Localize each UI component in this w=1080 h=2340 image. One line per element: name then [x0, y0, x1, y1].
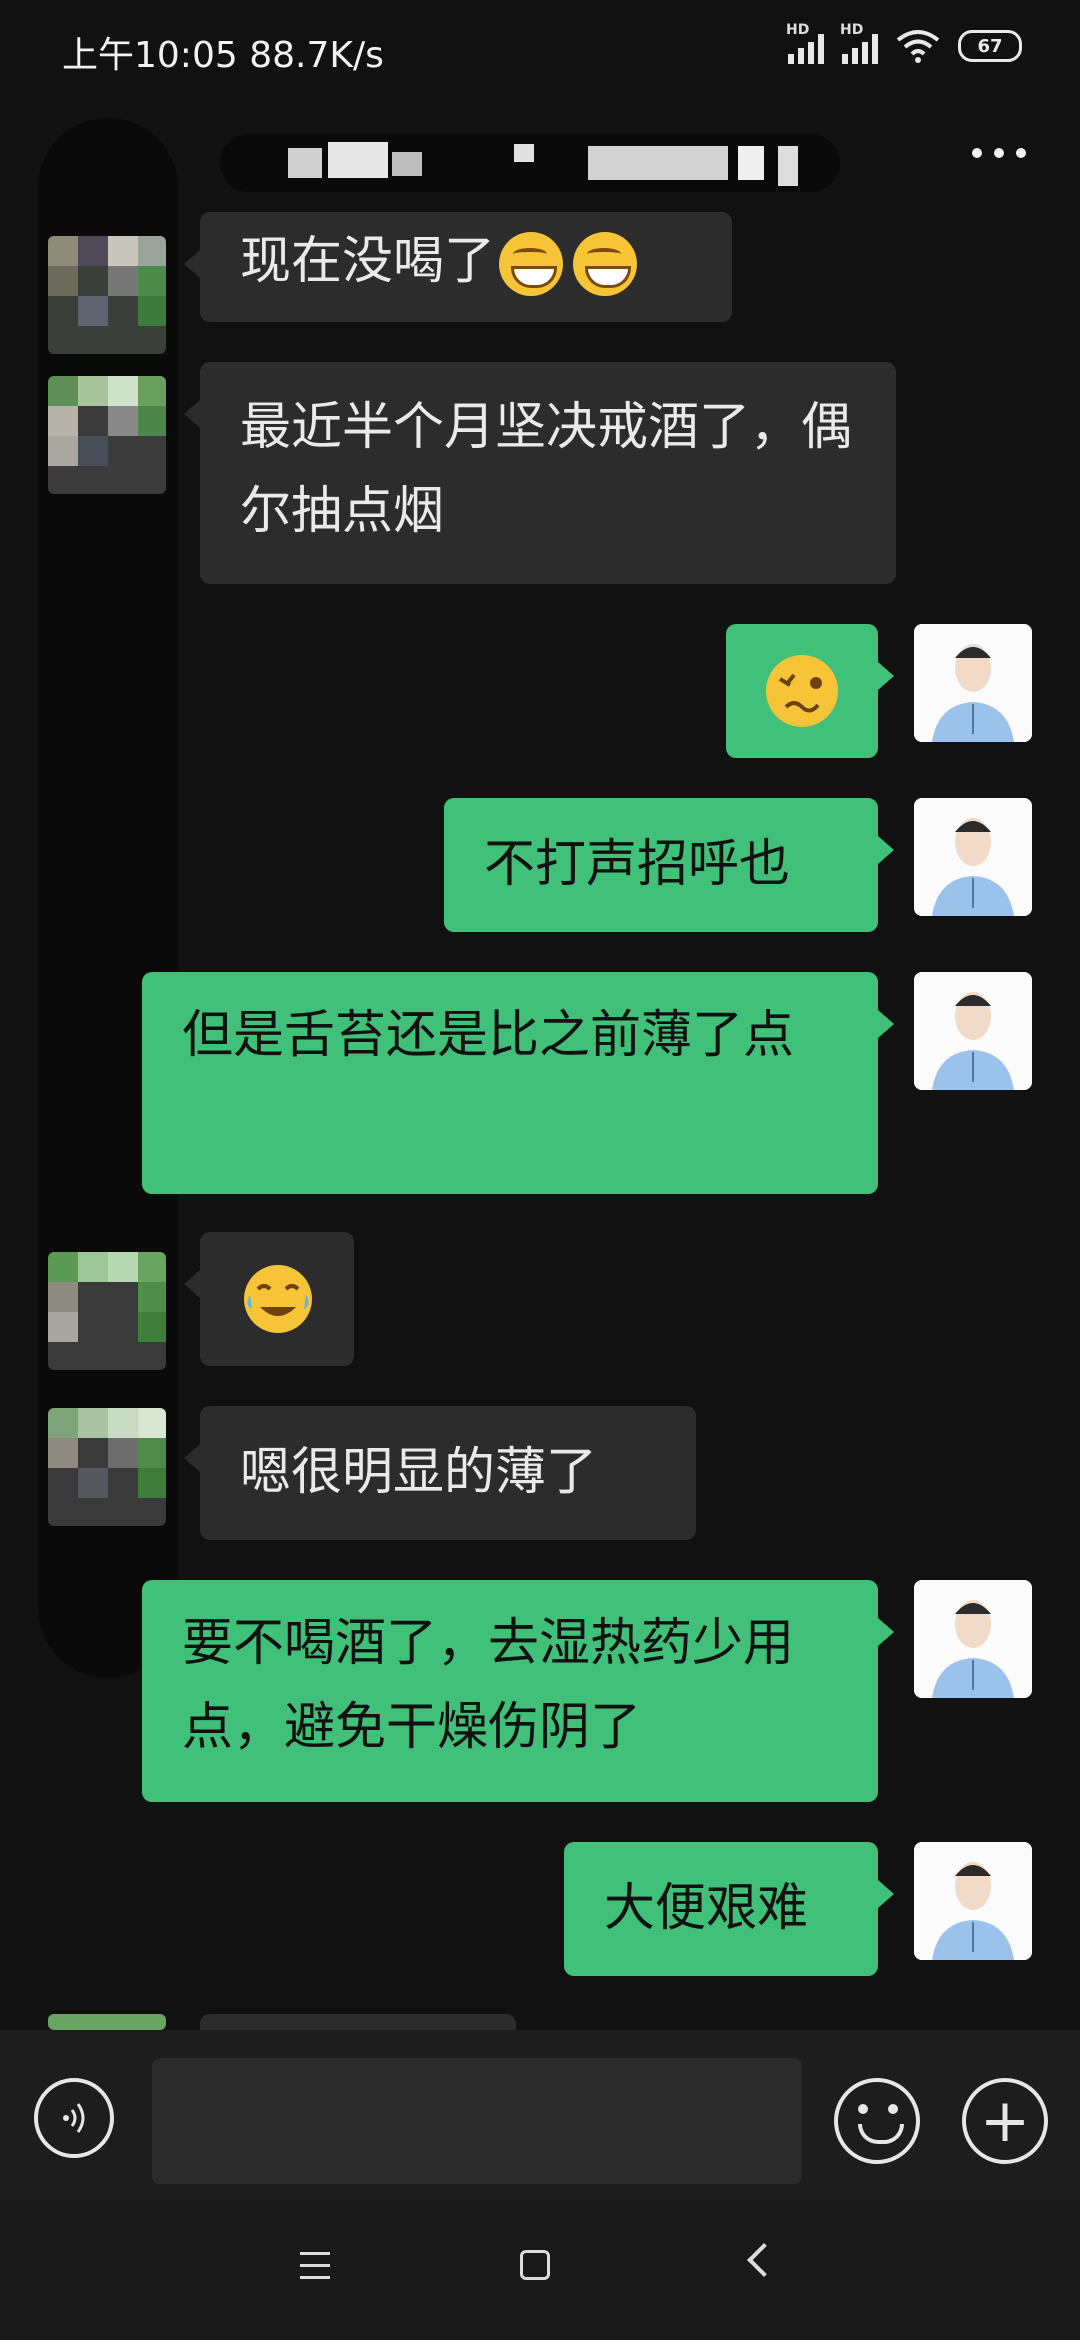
message-text: 最近半个月坚决戒酒了，偶尔抽点烟 [240, 398, 853, 541]
message-text: 现在没喝了 [240, 232, 496, 291]
contact-avatar[interactable] [48, 236, 166, 354]
my-avatar[interactable] [914, 798, 1032, 916]
more-dot [1016, 148, 1026, 158]
message-bubble[interactable]: 嗯很明显的薄了 [184, 1406, 696, 1540]
contact-avatar[interactable] [48, 376, 166, 494]
signal-icon-2: HD [840, 22, 878, 64]
contact-avatar[interactable] [48, 1252, 166, 1370]
message-bubble[interactable]: 最近半个月坚决戒酒了，偶尔抽点烟 [184, 362, 896, 584]
status-icons: HD HD 67 [786, 22, 1022, 64]
message-text: 但是舌苔还是比之前薄了点 [182, 1006, 795, 1065]
message-bubble[interactable] [200, 2014, 516, 2030]
hd-badge-2: HD [840, 22, 864, 38]
my-avatar[interactable] [914, 972, 1032, 1090]
contact-avatar[interactable] [48, 1408, 166, 1526]
voice-icon[interactable] [34, 2078, 114, 2158]
message-input[interactable] [152, 2058, 802, 2184]
plus-icon[interactable]: + [962, 2078, 1048, 2164]
message-composer: + [0, 2030, 1080, 2200]
more-dot [972, 148, 982, 158]
status-bar: 上午10:05 88.7K/s HD HD 67 [0, 0, 1080, 100]
message-bubble[interactable]: 大便艰难 [564, 1842, 894, 1976]
message-bubble[interactable]: 不打声招呼也 [444, 798, 894, 932]
message-text: 不打声招呼也 [484, 835, 791, 894]
more-dot [994, 148, 1004, 158]
status-time: 上午10:05 88.7K/s [62, 35, 384, 76]
my-avatar[interactable] [914, 1842, 1032, 1960]
signal-icon: HD [786, 22, 824, 64]
wifi-icon [896, 30, 940, 63]
grin-emoji-icon [499, 232, 564, 296]
my-avatar[interactable] [914, 1580, 1032, 1698]
message-text: 要不喝酒了，去湿热药少用点，避免干燥伤阴了 [182, 1614, 795, 1757]
grin-emoji-icon [573, 232, 638, 296]
message-bubble[interactable] [184, 1232, 354, 1366]
message-text: 嗯很明显的薄了 [240, 1443, 598, 1502]
message-text: 大便艰难 [604, 1879, 809, 1938]
my-avatar[interactable] [914, 624, 1032, 742]
woozy-emoji-icon [766, 655, 838, 727]
redaction-pattern-icon [288, 142, 798, 186]
title-pixelation [288, 140, 808, 188]
more-button[interactable] [972, 148, 1026, 158]
battery-icon: 67 [958, 30, 1022, 62]
home-icon[interactable] [520, 2250, 550, 2280]
message-bubble[interactable]: 要不喝酒了，去湿热药少用点，避免干燥伤阴了 [142, 1580, 894, 1802]
voice-wave-icon [63, 2103, 85, 2133]
system-nav-bar [0, 2200, 1080, 2340]
message-bubble[interactable]: 但是舌苔还是比之前薄了点 [142, 972, 894, 1194]
message-bubble[interactable]: 现在没喝了 [184, 212, 732, 322]
message-bubble[interactable] [726, 624, 894, 758]
hd-badge: HD [786, 22, 810, 38]
laughing-crying-emoji-icon [244, 1265, 312, 1333]
contact-avatar[interactable] [48, 2014, 166, 2030]
back-icon[interactable] [747, 2243, 781, 2277]
menu-icon[interactable] [300, 2252, 330, 2280]
emoji-icon[interactable] [834, 2078, 920, 2164]
